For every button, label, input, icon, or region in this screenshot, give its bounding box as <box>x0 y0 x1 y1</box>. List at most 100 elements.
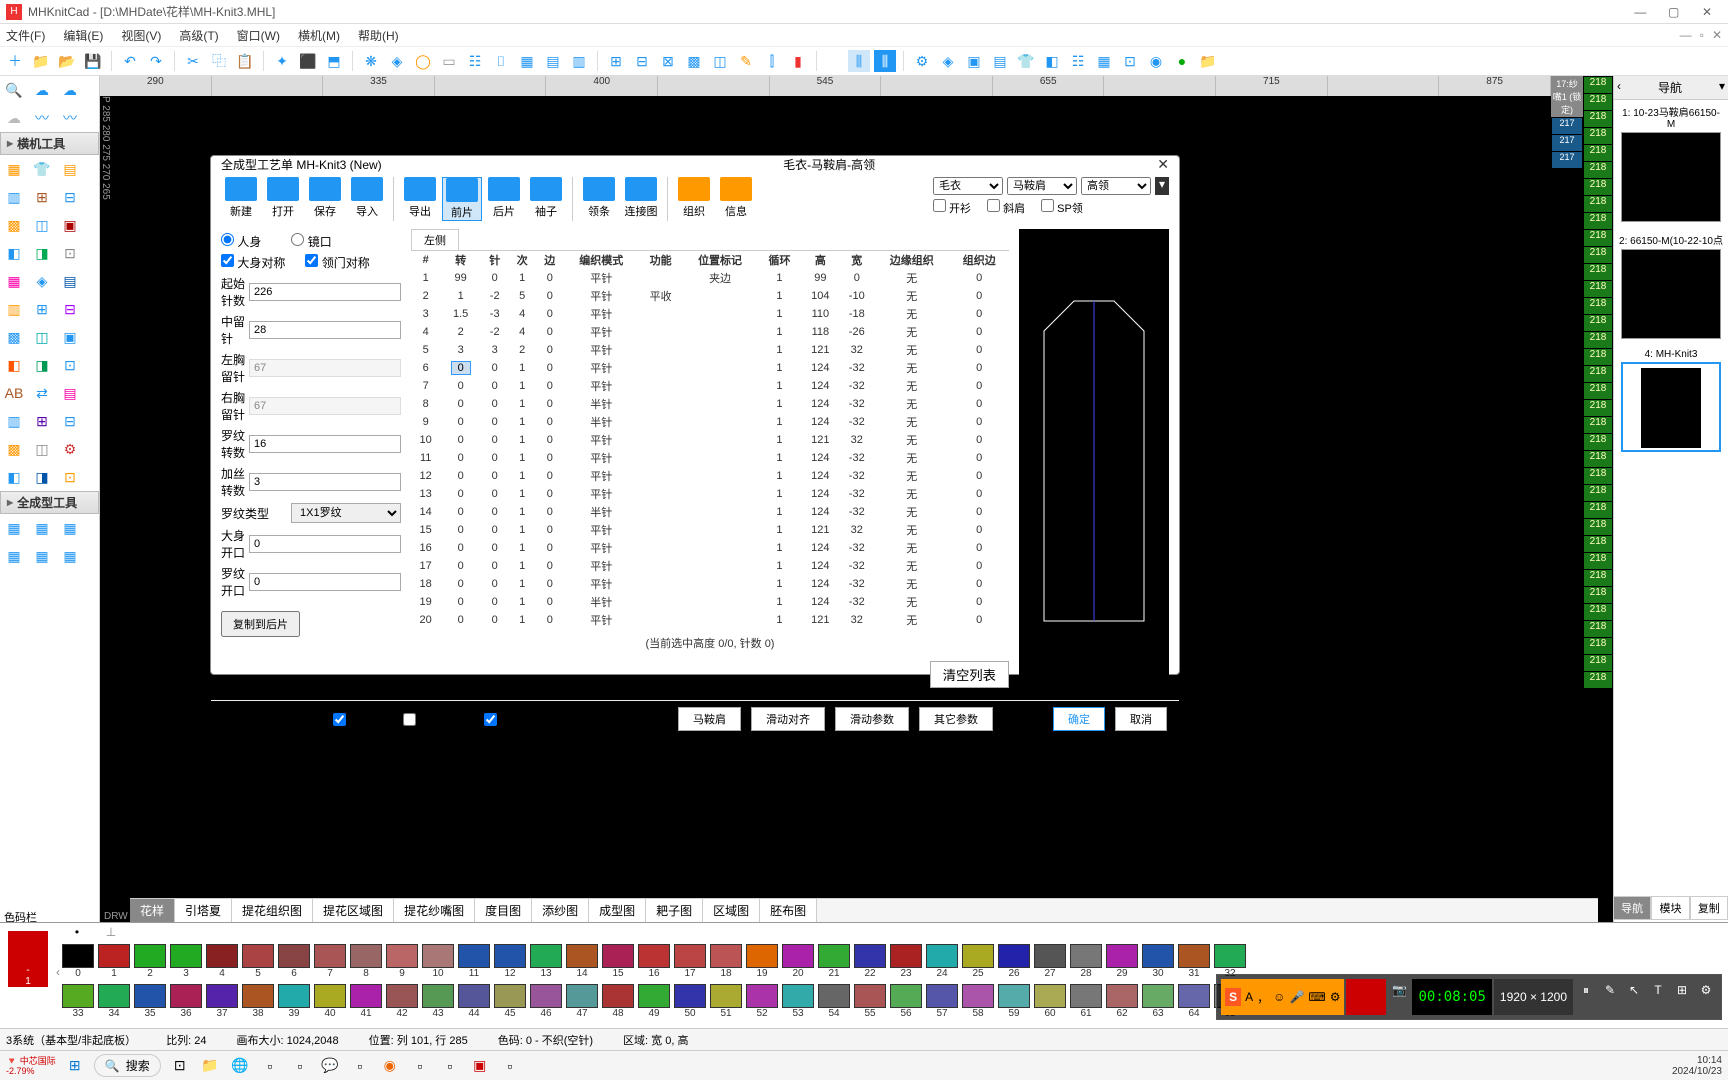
shaping-table[interactable]: #转针次边编织模式功能位置标记循环高宽边缘组织组织边199010平针夹边1990… <box>411 251 1009 657</box>
gear-icon[interactable]: ⚙ <box>911 50 933 72</box>
dlg-tb-后片[interactable]: 后片 <box>484 177 524 221</box>
current-color-swatch[interactable]: - 1 <box>8 931 48 987</box>
swatch-20[interactable]: 20 <box>781 944 815 979</box>
swatch-34[interactable]: 34 <box>97 984 131 1019</box>
left-tool-28[interactable]: ⊞ <box>30 409 54 433</box>
left-tool-10[interactable]: ◨ <box>30 241 54 265</box>
swatch-9[interactable]: 9 <box>385 944 419 979</box>
left-tool-11[interactable]: ⊡ <box>58 241 82 265</box>
tool-q[interactable]: ◈ <box>937 50 959 72</box>
dlg-tb-袖子[interactable]: 袖子 <box>526 177 566 221</box>
tool-n[interactable]: ◫ <box>709 50 731 72</box>
app4-icon[interactable]: ◉ <box>379 1055 401 1077</box>
text-icon[interactable]: T <box>1647 979 1669 1001</box>
swatch-29[interactable]: 29 <box>1105 944 1139 979</box>
swatch-23[interactable]: 23 <box>889 944 923 979</box>
swatch-10[interactable]: 10 <box>421 944 455 979</box>
new-file-button[interactable]: ＋ <box>4 50 26 72</box>
ime-text-icon[interactable]: A <box>1245 990 1253 1004</box>
left-tool-1[interactable]: 👕 <box>30 157 54 181</box>
left-tool-32[interactable]: ⚙ <box>58 437 82 461</box>
left-tool-30[interactable]: ▩ <box>2 437 26 461</box>
left-tool-2[interactable]: ▤ <box>58 157 82 181</box>
app8-icon[interactable]: ▫ <box>499 1055 521 1077</box>
fullform-tool-4[interactable]: ▦ <box>30 544 54 568</box>
open2-button[interactable]: 📂 <box>56 50 78 72</box>
swatch-17[interactable]: 17 <box>673 944 707 979</box>
menu-view[interactable]: 视图(V) <box>121 27 161 44</box>
save-button[interactable]: 💾 <box>82 50 104 72</box>
left-tool-12[interactable]: ▦ <box>2 269 26 293</box>
menu-advanced[interactable]: 高级(T) <box>179 27 218 44</box>
view-tab-6[interactable]: 添纱图 <box>532 899 589 922</box>
left-tool-16[interactable]: ⊞ <box>30 297 54 321</box>
nav-menu-icon[interactable]: ▾ <box>1719 79 1725 96</box>
table-edit-cell[interactable] <box>451 361 471 375</box>
rib-rows-input[interactable] <box>249 435 401 453</box>
swatch-37[interactable]: 37 <box>205 984 239 1019</box>
tool-r[interactable]: ▣ <box>963 50 985 72</box>
pause-icon[interactable]: ⏸ <box>1575 979 1597 1001</box>
start-needles-input[interactable] <box>249 283 401 301</box>
swatch-33[interactable]: 33 <box>61 984 95 1019</box>
swatch-18[interactable]: 18 <box>709 944 743 979</box>
swatch-16[interactable]: 16 <box>637 944 671 979</box>
swatch-39[interactable]: 39 <box>277 984 311 1019</box>
stock-widget[interactable]: 🔻 中芯国际 -2.79% <box>6 1056 56 1076</box>
left-tool-14[interactable]: ▤ <box>58 269 82 293</box>
section-fullform-tools[interactable]: 全成型工具 <box>0 491 99 514</box>
fullform-tool-0[interactable]: ▦ <box>2 516 26 540</box>
app7-icon[interactable]: ▣ <box>469 1055 491 1077</box>
brush-icon[interactable]: ✎ <box>1599 979 1621 1001</box>
search-box[interactable]: 🔍 搜索 <box>94 1054 161 1077</box>
view-tab-0[interactable]: 花样 <box>130 899 175 922</box>
swatch-24[interactable]: 24 <box>925 944 959 979</box>
swatch-3[interactable]: 3 <box>169 944 203 979</box>
tool-u[interactable]: ☷ <box>1067 50 1089 72</box>
section-machine-tools[interactable]: 横机工具 <box>0 132 99 155</box>
swatch-52[interactable]: 52 <box>745 984 779 1019</box>
tool-t[interactable]: ◧ <box>1041 50 1063 72</box>
swatch-54[interactable]: 54 <box>817 984 851 1019</box>
swatch-44[interactable]: 44 <box>457 984 491 1019</box>
swatch-60[interactable]: 60 <box>1033 984 1067 1019</box>
left-tool-31[interactable]: ◫ <box>30 437 54 461</box>
tool-g[interactable]: ▦ <box>516 50 538 72</box>
left-tool-17[interactable]: ⊟ <box>58 297 82 321</box>
left-tool-7[interactable]: ◫ <box>30 213 54 237</box>
record-button[interactable] <box>1346 979 1386 1015</box>
tool-p[interactable]: ▮ <box>787 50 809 72</box>
left-tool-8[interactable]: ▣ <box>58 213 82 237</box>
tool-x[interactable]: ◉ <box>1145 50 1167 72</box>
mirror-radio[interactable]: 镜口 <box>291 233 331 250</box>
swatch-59[interactable]: 59 <box>997 984 1031 1019</box>
app5-icon[interactable]: ▫ <box>409 1055 431 1077</box>
rib-open-input[interactable] <box>249 573 401 591</box>
cancel-button[interactable]: 取消 <box>1115 707 1167 731</box>
shoulder-type-select[interactable]: 马鞍肩 <box>1007 177 1077 195</box>
protect-needle-checkbox[interactable]: 启用内护针 <box>403 711 474 727</box>
view-tab-4[interactable]: 提花纱嘴图 <box>394 899 475 922</box>
nav-thumb-1[interactable]: 1: 10-23马鞍肩66150-M <box>1614 100 1728 228</box>
view-tab-7[interactable]: 成型图 <box>589 899 646 922</box>
swatch-55[interactable]: 55 <box>853 984 887 1019</box>
nav-thumb-2[interactable]: 2: 66150-M(10-22-10点 <box>1614 228 1728 345</box>
dlg-tb-连接图[interactable]: 连接图 <box>621 177 661 221</box>
nav-tab-copy[interactable]: 复制 <box>1690 896 1728 920</box>
swatch-49[interactable]: 49 <box>637 984 671 1019</box>
menu-machine[interactable]: 横机(M) <box>298 27 340 44</box>
swatch-12[interactable]: 12 <box>493 944 527 979</box>
close-button[interactable]: ✕ <box>1692 5 1722 19</box>
slide-align-button[interactable]: 滑动对齐 <box>751 707 825 731</box>
view-tab-10[interactable]: 胚布图 <box>760 899 817 922</box>
tool-b[interactable]: ⬛ <box>297 50 319 72</box>
side-left-tab[interactable]: 左侧 <box>411 229 459 250</box>
swatch-53[interactable]: 53 <box>781 984 815 1019</box>
swatch-62[interactable]: 62 <box>1105 984 1139 1019</box>
zoom-icon[interactable]: 🔍 <box>2 78 26 102</box>
swatch-48[interactable]: 48 <box>601 984 635 1019</box>
tool-j[interactable]: ⊞ <box>605 50 627 72</box>
menu-file[interactable]: 文件(F) <box>6 27 45 44</box>
ime-punct-icon[interactable]: ， <box>1257 989 1269 1006</box>
swatch-50[interactable]: 50 <box>673 984 707 1019</box>
